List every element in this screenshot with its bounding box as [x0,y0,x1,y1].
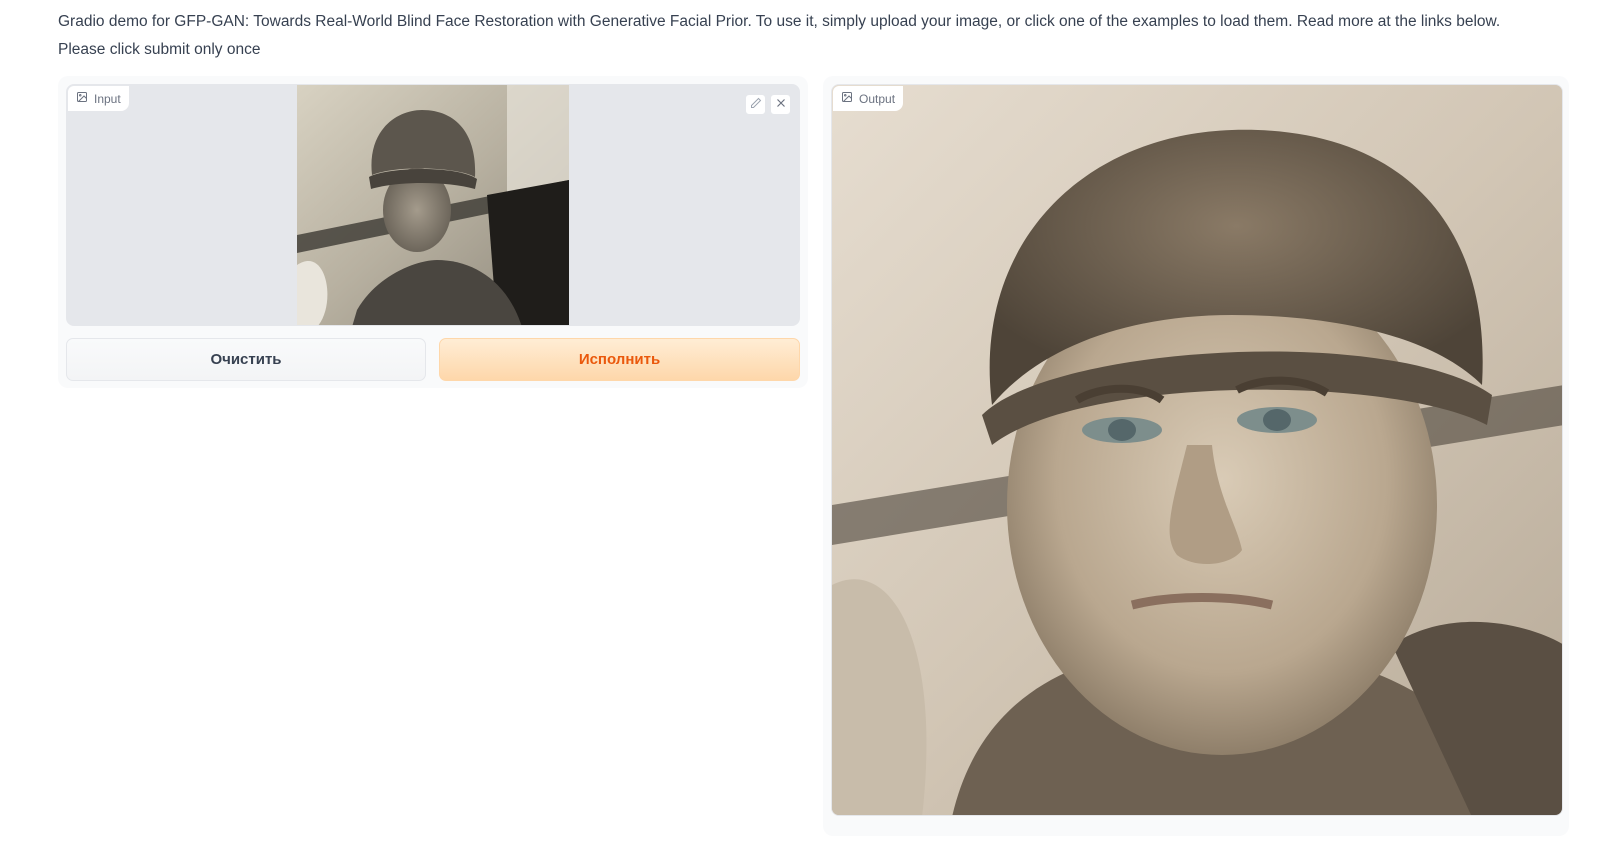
input-label: Input [94,91,121,106]
close-icon [775,96,787,114]
remove-image-button[interactable] [770,94,791,115]
output-label: Output [859,91,896,106]
output-image-area: Output [831,84,1563,816]
submit-button[interactable]: Исполнить [439,338,800,381]
image-icon [76,91,88,106]
output-photo [832,85,1562,815]
clear-button[interactable]: Очистить [66,338,426,381]
input-photo [297,85,569,325]
input-label-chip: Input [68,86,129,111]
output-panel: Output [823,76,1569,836]
app-description: Gradio demo for GFP-GAN: Towards Real-Wo… [58,13,1501,58]
input-panel: Input Очистить Исполнить [58,76,808,388]
output-label-chip: Output [833,86,904,111]
edit-image-button[interactable] [745,94,766,115]
image-icon [841,91,853,106]
edit-icon [750,96,762,114]
input-image-dropzone[interactable]: Input [66,84,800,326]
